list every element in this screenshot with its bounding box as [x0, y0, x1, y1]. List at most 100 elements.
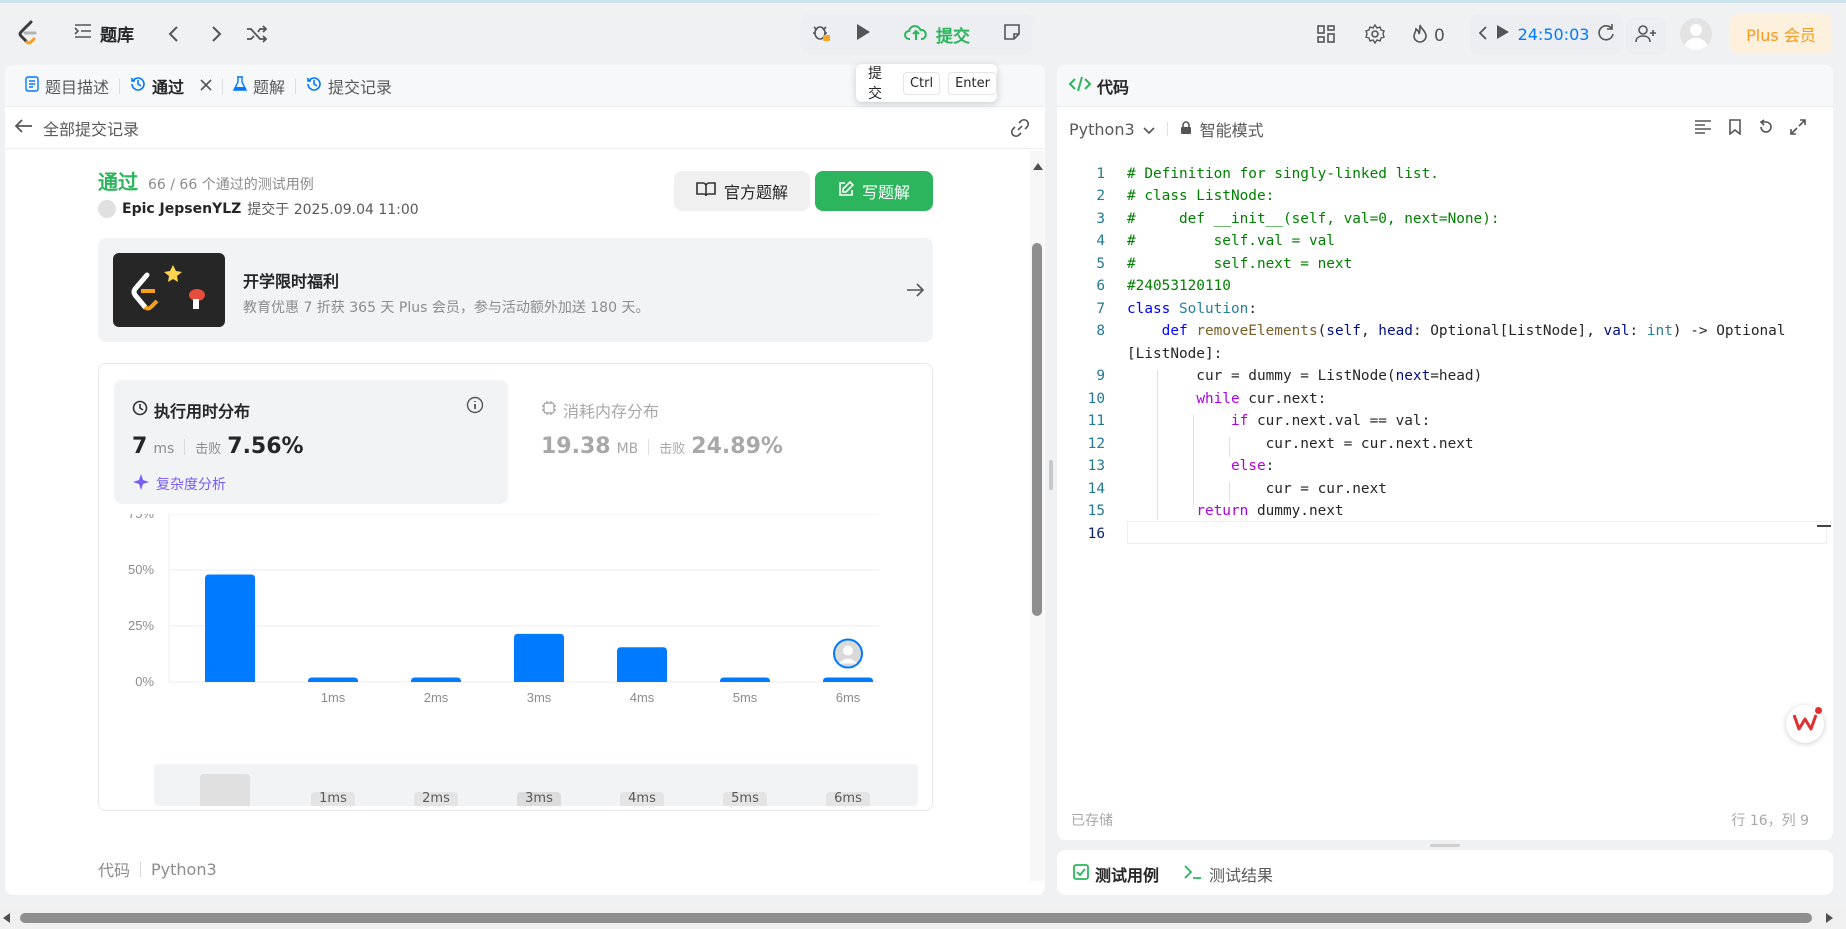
chevron-down-icon[interactable] [1143, 120, 1155, 139]
settings-button[interactable] [1358, 19, 1392, 53]
smart-mode-toggle[interactable]: 智能模式 [1200, 117, 1264, 141]
editor-header: 代码 [1057, 65, 1833, 107]
result-header: 通过 66 / 66 个通过的测试用例 [98, 166, 314, 195]
navigator-tick-label: 5ms [723, 792, 767, 806]
tab-accepted[interactable]: 通过 [120, 65, 222, 107]
user-avatar[interactable] [98, 200, 116, 218]
tab-description-label: 题目描述 [45, 77, 110, 97]
layout-button[interactable] [1309, 19, 1343, 53]
vertical-scrollbar[interactable] [1030, 151, 1044, 881]
reset-icon[interactable] [1758, 119, 1774, 139]
horizontal-scrollbar[interactable] [0, 907, 1846, 929]
language-select[interactable]: Python3 [1069, 120, 1135, 139]
promo-banner[interactable]: 开学限时福利 教育优惠 7 折获 365 天 Plus 会员，参与活动额外加送 … [98, 238, 933, 342]
memory-title: 消耗内存分布 [563, 402, 660, 421]
complexity-analysis-button[interactable]: 复杂度分析 [132, 473, 226, 495]
leetcode-logo[interactable] [14, 13, 42, 53]
debug-button[interactable] [804, 17, 838, 51]
tab-description[interactable]: 题目描述 [15, 65, 119, 107]
chart-bar[interactable] [308, 677, 358, 682]
horizontal-scrollbar-thumb[interactable] [20, 913, 1812, 923]
timer-collapse-button[interactable] [1478, 25, 1488, 44]
chart-range-navigator[interactable]: 1ms 2ms 3ms 4ms 5ms 6ms [154, 764, 918, 806]
code-editor-panel: 代码 Python3 智能模式 1 # Definition for singly… [1057, 65, 1833, 840]
format-icon[interactable] [1694, 119, 1712, 139]
indent-guide [1157, 370, 1158, 520]
plus-membership-button[interactable]: Plus 会员 [1730, 14, 1832, 54]
tab-code[interactable]: 代码 [1068, 65, 1129, 107]
submit-button[interactable]: 提交 [889, 17, 985, 51]
memory-title-row: 消耗内存分布 [541, 398, 659, 422]
stats-card: 执行用时分布 7 ms 击败 7.56% 复杂度分析 消耗内存分布 19.38 [98, 363, 933, 811]
chart-bar[interactable] [617, 647, 667, 682]
panel-resize-handle[interactable] [1049, 460, 1053, 490]
memory-beats-label: 击败 [659, 442, 686, 457]
vertical-resize-handle[interactable] [1430, 844, 1460, 847]
chart-bar[interactable] [514, 633, 564, 682]
problem-bank-button[interactable]: 题库 [74, 18, 134, 48]
memory-panel[interactable]: 消耗内存分布 19.38 MB 击败 24.89% [537, 380, 917, 504]
x-tick-label: 3ms [527, 690, 552, 705]
memory-unit: MB [616, 441, 639, 457]
random-problem-button[interactable] [240, 19, 274, 53]
arrow-right-icon [906, 283, 925, 301]
chart-bar[interactable] [411, 677, 461, 682]
your-submission-marker[interactable] [833, 638, 863, 669]
chart-bar[interactable] [720, 677, 770, 682]
notes-button[interactable] [991, 14, 1033, 54]
streak-counter[interactable]: 0 [1412, 19, 1445, 53]
close-icon[interactable] [200, 76, 212, 95]
tooltip-key-ctrl: Ctrl [902, 71, 941, 95]
submit-shortcut-tooltip: 提交 Ctrl Enter [856, 64, 997, 102]
fullscreen-icon[interactable] [1790, 119, 1806, 139]
cloud-upload-icon [904, 23, 928, 46]
gear-icon [1365, 23, 1385, 48]
chart-bar[interactable] [823, 677, 873, 682]
bookmark-icon[interactable] [1728, 119, 1742, 139]
current-line-highlight [1127, 520, 1827, 544]
timer-play-icon[interactable] [1496, 24, 1510, 44]
tab-test-result[interactable]: 测试结果 [1183, 862, 1273, 886]
share-link-button[interactable] [1010, 118, 1030, 142]
timer-widget: 24:50:03 [1470, 14, 1623, 54]
prev-problem-button[interactable] [157, 19, 191, 53]
code-area[interactable]: 1 # Definition for singly-linked list. 2 #… [1057, 160, 1833, 780]
x-tick-label: 4ms [630, 690, 655, 705]
runtime-beats-label: 击败 [195, 442, 222, 457]
runtime-unit: ms [153, 441, 175, 457]
runtime-distribution-chart[interactable]: 75% 50% 25% 0% 1ms 2ms 3ms 4ms 5ms 6ms [99, 506, 934, 714]
book-icon [696, 181, 716, 201]
checkbox-icon [1073, 864, 1089, 884]
invite-button[interactable] [1626, 17, 1666, 55]
run-button[interactable] [846, 17, 880, 51]
official-solution-button[interactable]: 官方题解 [674, 171, 810, 211]
shuffle-icon [246, 25, 268, 47]
indent-guide [1229, 437, 1230, 457]
scroll-up-arrow[interactable] [1033, 163, 1043, 170]
timer-reset-icon[interactable] [1597, 23, 1615, 45]
play-icon [855, 23, 871, 45]
write-solution-button[interactable]: 写题解 [815, 171, 933, 211]
promo-description: 教育优惠 7 折获 365 天 Plus 会员，参与活动额外加送 180 天。 [243, 300, 650, 316]
editor-toolbar: Python3 智能模式 [1069, 117, 1264, 141]
floating-plugin-button[interactable] [1786, 705, 1824, 743]
test-panel: 测试用例 测试结果 [1057, 850, 1833, 895]
scroll-left-arrow[interactable] [3, 913, 10, 923]
avatar[interactable] [1680, 18, 1712, 50]
runtime-beats-value: 7.56% [227, 434, 304, 459]
back-to-submissions[interactable]: 全部提交记录 [5, 107, 1045, 149]
chart-bar[interactable] [205, 574, 255, 682]
scroll-right-arrow[interactable] [1826, 913, 1833, 923]
tab-testcase[interactable]: 测试用例 [1073, 862, 1159, 886]
username[interactable]: Epic JepsenYLZ [122, 201, 241, 217]
tab-solutions[interactable]: 题解 [223, 65, 295, 107]
next-problem-button[interactable] [199, 19, 233, 53]
info-icon[interactable] [466, 396, 484, 418]
test-panel-tabs: 测试用例 测试结果 [1073, 862, 1273, 886]
memory-beats-value: 24.89% [691, 434, 783, 459]
editor-actions [1694, 119, 1806, 139]
tab-submissions[interactable]: 提交记录 [296, 65, 402, 107]
scrollbar-thumb[interactable] [1032, 243, 1042, 616]
runtime-panel[interactable]: 执行用时分布 7 ms 击败 7.56% 复杂度分析 [114, 380, 508, 504]
history-icon [130, 76, 146, 96]
